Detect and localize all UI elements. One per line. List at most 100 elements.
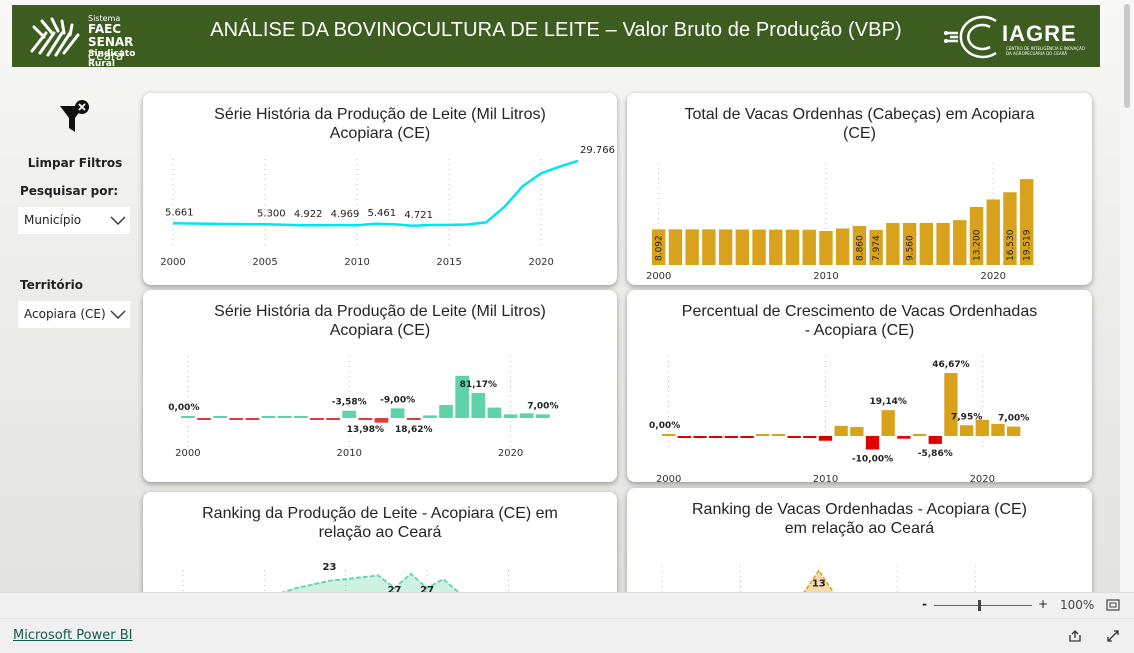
zoom-in-button[interactable]: + — [1038, 597, 1048, 611]
bar — [197, 418, 211, 420]
x-tick-label: 2010 — [813, 271, 838, 282]
milk-production-line-chart: 5.661 5.300 4.922 4.969 5.461 4.721 29.766 2000… — [160, 145, 615, 268]
data-label: 8.092 — [655, 235, 665, 261]
share-icon[interactable] — [1068, 629, 1082, 643]
milking-cows-total-card[interactable]: Total de Vacas Ordenhas (Cabeças) em Aco… — [627, 93, 1092, 285]
bar — [836, 228, 850, 265]
bar — [975, 419, 989, 436]
bar — [668, 229, 683, 265]
x-tick-label: 2020 — [498, 448, 523, 459]
bar — [819, 231, 833, 265]
x-tick-label: 2010 — [336, 448, 361, 459]
bar — [936, 222, 950, 265]
data-label: 8.860 — [855, 235, 865, 261]
power-bi-link[interactable]: Microsoft Power BI — [13, 628, 132, 643]
bar — [390, 408, 405, 418]
bar — [503, 414, 518, 418]
bar — [802, 229, 816, 265]
chevron-down-icon — [110, 216, 126, 225]
data-label: -5,86% — [918, 449, 953, 459]
bar — [991, 423, 1005, 436]
bar — [423, 415, 437, 418]
data-label: 18,62% — [395, 425, 433, 435]
search-by-dropdown[interactable]: Município — [18, 207, 130, 234]
data-label: 7,00% — [527, 401, 558, 411]
zoom-control: - + 100% — [914, 597, 1094, 614]
data-label: 29.766 — [580, 145, 615, 156]
clear-filters-button[interactable]: Limpar Filtros — [14, 98, 136, 170]
bar — [1007, 426, 1021, 436]
cows-growth-bar-chart: 0,00%-10,00%19,14%-5,86%46,67%7,95% 7,00%… — [649, 356, 1029, 482]
x-tick-label: 2010 — [813, 474, 838, 482]
bar — [834, 425, 848, 436]
data-label: -9,00% — [380, 395, 415, 405]
x-tick-label: 2020 — [970, 474, 995, 482]
milk-production-series-card[interactable]: Série História da Produção de Leite (Mil… — [143, 93, 617, 285]
zoom-slider-track[interactable] — [934, 605, 1032, 606]
fit-to-page-icon[interactable] — [1106, 599, 1120, 611]
scrollbar-thumb[interactable] — [1124, 4, 1130, 108]
search-by-label: Pesquisar por: — [20, 184, 119, 198]
x-tick-label: 2015 — [436, 257, 461, 268]
bar — [519, 413, 534, 418]
bar — [756, 434, 770, 436]
x-tick-label: 2000 — [656, 474, 681, 482]
page-title: ANÁLISE DA BOVINOCULTURA DE LEITE – Valo… — [210, 19, 902, 41]
bar — [374, 418, 389, 423]
x-tick-label: 2020 — [981, 271, 1006, 282]
bar — [310, 418, 324, 420]
milk-ranking-card[interactable]: Ranking da Produção de Leite - Acopiara … — [143, 492, 617, 602]
x-tick-label: 2020 — [528, 257, 553, 268]
data-label: 4.922 — [294, 209, 323, 220]
milk-growth-card[interactable]: Série História da Produção de Leite (Mil… — [143, 290, 617, 482]
x-tick-label: 2000 — [646, 271, 671, 282]
bar — [850, 426, 864, 436]
data-label: 19,14% — [869, 397, 907, 407]
milking-cows-bar-chart: 8.092 8.860 7.974 9.560 13.200 16.530 19.519 20… — [646, 163, 1034, 282]
report-banner: Sistema FAEC SENAR Ceará Sindicato Rural… — [12, 5, 1100, 69]
cows-ranking-area-chart: 13 — [661, 566, 977, 602]
cows-ranking-card[interactable]: Ranking de Vacas Ordenhadas - Acopiara (… — [627, 488, 1092, 602]
data-label: 23 — [322, 562, 336, 573]
data-label: 4.721 — [404, 210, 433, 221]
bar — [803, 436, 817, 438]
data-label: 0,00% — [168, 403, 199, 413]
bar — [912, 434, 927, 436]
fullscreen-icon[interactable] — [1106, 629, 1120, 643]
bar — [886, 222, 900, 265]
bar — [693, 436, 707, 438]
data-label: 7,00% — [998, 414, 1029, 424]
zoom-out-button[interactable]: - — [922, 597, 927, 611]
x-tick-label: 2000 — [160, 257, 185, 268]
clear-filters-label: Limpar Filtros — [27, 156, 123, 170]
data-label: 13 — [812, 579, 826, 590]
bar — [439, 405, 453, 418]
data-label: 9.560 — [906, 235, 916, 261]
bar — [471, 393, 486, 418]
data-label: 5.661 — [165, 207, 194, 218]
data-label: 81,17% — [460, 380, 498, 390]
bar — [818, 436, 833, 441]
cows-growth-card[interactable]: Percentual de Crescimento de Vacas Orden… — [627, 290, 1092, 482]
bar — [865, 436, 880, 450]
clear-filter-icon — [60, 100, 89, 132]
bar — [702, 229, 716, 265]
bar — [897, 436, 911, 439]
data-label: -10,00% — [852, 455, 893, 465]
bar — [919, 222, 934, 265]
footer-bar: Microsoft Power BI — [0, 618, 1134, 653]
vertical-scrollbar[interactable] — [1120, 0, 1134, 592]
bar — [261, 416, 276, 418]
bar — [959, 425, 974, 436]
bar — [342, 410, 357, 418]
zoom-slider-thumb[interactable] — [978, 600, 981, 611]
bar — [928, 436, 942, 444]
data-label: 0,00% — [649, 421, 680, 431]
bar — [787, 436, 801, 438]
bar — [406, 418, 421, 420]
territory-dropdown[interactable]: Acopiara (CE) — [18, 301, 130, 328]
bar — [245, 418, 260, 420]
bar — [881, 410, 895, 436]
milk-growth-bar-chart: 0,00% -3,58% 13,98% -9,00% 18,62% 81,17% 7,00%… — [168, 356, 558, 459]
bar — [662, 434, 676, 436]
